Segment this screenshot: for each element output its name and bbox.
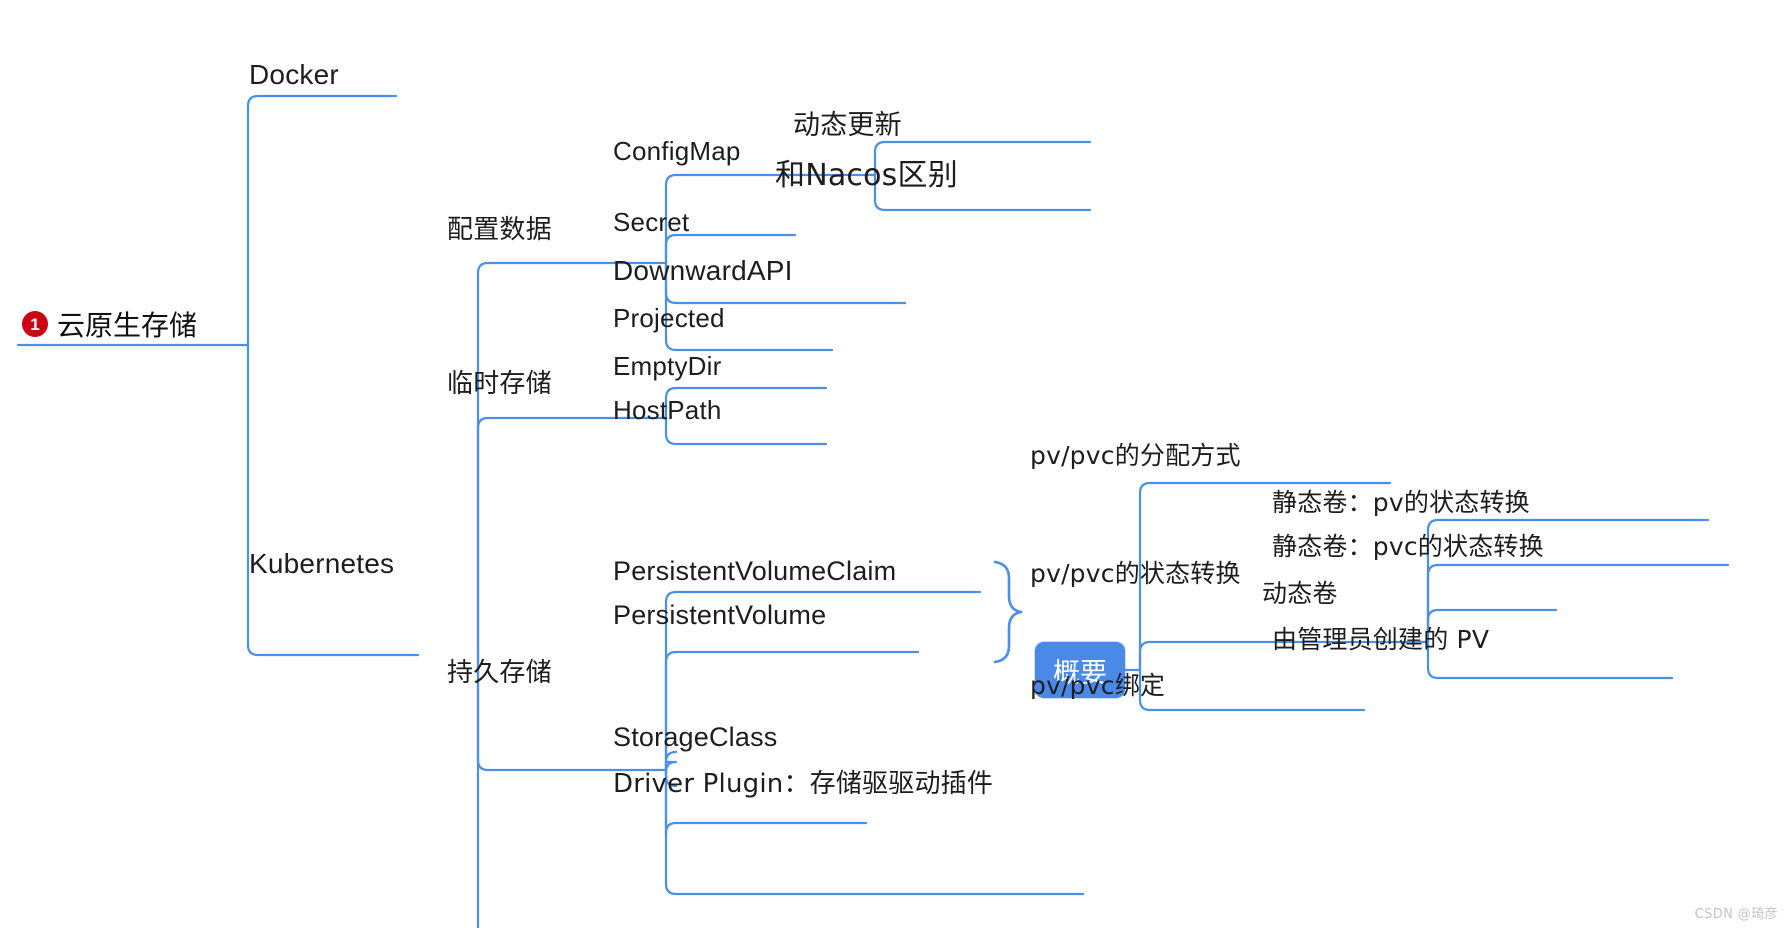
node-driver-plugin[interactable]: Driver Plugin：存储驱驱动插件 [613,769,993,800]
node-temp-storage[interactable]: 临时存储 [447,369,552,400]
wire-root-to-docker [246,94,398,347]
node-persistentvolume[interactable]: PersistentVolume [613,600,826,631]
wire-group-brace [993,560,1023,664]
node-storageclass[interactable]: StorageClass [613,722,777,753]
mindmap-canvas: 1 云原生存储 Docker Kubernetes 配置数据 临时存储 持久存储… [0,0,1786,928]
node-secret[interactable]: Secret [613,207,689,238]
node-config-data[interactable]: 配置数据 [447,215,552,246]
node-pv-pvc-bind[interactable]: pv/pvc绑定 [1030,671,1165,701]
node-kubernetes[interactable]: Kubernetes [249,548,394,580]
node-emptydir[interactable]: EmptyDir [613,351,722,382]
node-projected[interactable]: Projected [613,303,725,334]
node-configmap[interactable]: ConfigMap [613,136,741,167]
wire-k8s-to-config-data [476,261,632,657]
node-admin-created-pv[interactable]: 由管理员创建的 PV [1272,625,1489,655]
node-nacos-diff[interactable]: 和Nacos区别 [775,158,958,194]
wire-root-to-kubernetes [246,343,420,657]
root-label: 云原生存储 [57,309,198,342]
node-static-pv-state[interactable]: 静态卷：pv的状态转换 [1272,488,1530,518]
watermark: CSDN @琦彦 [1694,907,1778,922]
node-pv-pvc-state[interactable]: pv/pvc的状态转换 [1030,559,1241,589]
node-hostpath[interactable]: HostPath [613,395,722,426]
node-static-pvc-state[interactable]: 静态卷：pvc的状态转换 [1272,532,1544,562]
node-dynamic-volume[interactable]: 动态卷 [1262,579,1338,609]
root-badge: 1 [22,311,48,337]
root-node[interactable]: 1 云原生存储 [22,304,197,344]
node-downwardapi[interactable]: DownwardAPI [613,255,793,287]
node-dynamic-update[interactable]: 动态更新 [793,110,902,141]
node-persistent-storage[interactable]: 持久存储 [447,658,552,689]
wire-summary-to-bind [1138,668,1366,712]
node-persistentvolumeclaim[interactable]: PersistentVolumeClaim [613,556,896,587]
node-pv-pvc-alloc[interactable]: pv/pvc的分配方式 [1030,441,1241,471]
wire-k8s-to-temp-storage [476,416,632,657]
node-docker[interactable]: Docker [249,59,339,91]
